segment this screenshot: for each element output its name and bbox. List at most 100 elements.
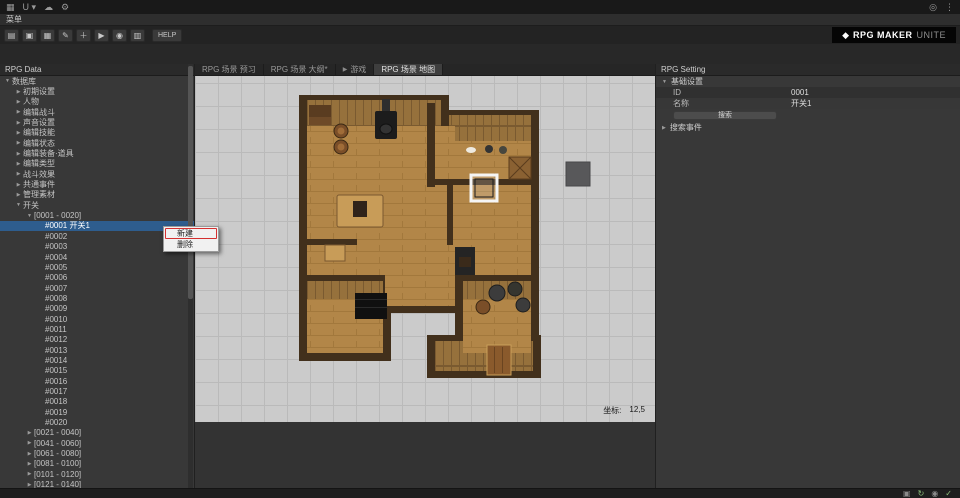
save-button[interactable]: ▦ bbox=[40, 29, 55, 42]
tree-row[interactable]: ▶[0021 - 0040] bbox=[0, 428, 194, 438]
cloud-icon[interactable]: ☁ bbox=[44, 0, 53, 14]
tree-row[interactable]: #0015 bbox=[0, 366, 194, 376]
more-options-icon[interactable]: ⋮ bbox=[945, 0, 954, 14]
menu-button[interactable]: 菜单 bbox=[6, 14, 22, 25]
context-menu-item[interactable]: 新建 bbox=[165, 228, 217, 239]
tree-item-label: [0121 - 0140] bbox=[34, 480, 81, 488]
tree-row[interactable]: ▶[0041 - 0060] bbox=[0, 438, 194, 448]
tree-row[interactable]: ▶初期设置 bbox=[0, 86, 194, 96]
tree-row[interactable]: ▶[0121 - 0140] bbox=[0, 479, 194, 488]
settings-gear-icon[interactable]: ⚙ bbox=[61, 0, 69, 14]
tree-item-label: 编辑战斗 bbox=[23, 107, 55, 118]
field-value[interactable]: 开关1 bbox=[791, 98, 811, 109]
context-menu-item[interactable]: 删除 bbox=[165, 239, 217, 250]
tree-item-label: #0020 bbox=[45, 418, 67, 427]
tree-row[interactable]: ▼开关 bbox=[0, 200, 194, 210]
tree-item-label: [0081 - 0100] bbox=[34, 459, 81, 468]
tree-item-label: #0006 bbox=[45, 273, 67, 282]
selected-tile-cursor[interactable] bbox=[471, 175, 497, 201]
tree-row[interactable]: ▶管理素材 bbox=[0, 190, 194, 200]
tree-row[interactable]: #0013 bbox=[0, 345, 194, 355]
map-canvas[interactable] bbox=[195, 76, 655, 422]
tree-row[interactable]: ▶编辑装备·道具 bbox=[0, 148, 194, 158]
field-value[interactable]: 0001 bbox=[791, 88, 809, 97]
tree-row[interactable]: ▶[0081 - 0100] bbox=[0, 459, 194, 469]
chevron-right-icon: ▶ bbox=[14, 120, 23, 126]
tree-row[interactable]: #0010 bbox=[0, 314, 194, 324]
console-icon[interactable]: ▣ bbox=[903, 489, 911, 498]
status-ok-icon[interactable]: ✓ bbox=[945, 489, 952, 498]
field-row: ID0001 bbox=[656, 87, 960, 98]
tree-row[interactable]: ▶战斗效果 bbox=[0, 169, 194, 179]
field-label: ID bbox=[673, 88, 791, 97]
tree-item-label: #0012 bbox=[45, 335, 67, 344]
tab-scene-map[interactable]: RPG 场景 地图 bbox=[374, 64, 443, 75]
placed-tile[interactable] bbox=[566, 162, 590, 186]
titlebar: ▦ U ▾ ☁ ⚙ ◎ ⋮ bbox=[0, 0, 960, 14]
tree-scrollbar-thumb[interactable] bbox=[188, 66, 193, 299]
tree-row[interactable]: #0014 bbox=[0, 355, 194, 365]
tree-row[interactable]: ▶[0061 - 0080] bbox=[0, 448, 194, 458]
tree-item-label: #0017 bbox=[45, 387, 67, 396]
tree-row[interactable]: ▶共通事件 bbox=[0, 179, 194, 189]
tree-row[interactable]: #0006 bbox=[0, 273, 194, 283]
tree-row[interactable]: #0018 bbox=[0, 397, 194, 407]
tree-item-label: #0018 bbox=[45, 397, 67, 406]
tree-row[interactable]: #0005 bbox=[0, 262, 194, 272]
capture-button[interactable]: ◉ bbox=[112, 29, 127, 42]
apps-grid-icon[interactable]: ▦ bbox=[6, 0, 15, 14]
tree-item-label: 共通事件 bbox=[23, 179, 55, 190]
search-icon[interactable]: ◎ bbox=[929, 0, 937, 14]
tree-row[interactable]: ▼[0001 - 0020] bbox=[0, 210, 194, 220]
tree-row[interactable]: #0012 bbox=[0, 335, 194, 345]
play-button[interactable]: ▶ bbox=[94, 29, 109, 42]
tree-row[interactable]: #0019 bbox=[0, 407, 194, 417]
chevron-right-icon: ▶ bbox=[14, 182, 23, 188]
search-button[interactable]: 搜索 bbox=[673, 111, 777, 120]
tree-row[interactable]: #0009 bbox=[0, 304, 194, 314]
grid-view-button[interactable]: ▥ bbox=[130, 29, 145, 42]
tree-scrollbar[interactable] bbox=[188, 64, 193, 488]
map-editor-viewport[interactable]: 坐标: 12,5 bbox=[195, 76, 655, 422]
tree-row[interactable]: ▶编辑状态 bbox=[0, 138, 194, 148]
notifications-icon[interactable]: ◉ bbox=[931, 489, 938, 498]
help-button[interactable]: HELP bbox=[152, 29, 182, 42]
chevron-right-icon: ▶ bbox=[25, 451, 34, 457]
tab-scene-preview[interactable]: RPG 场景 预习 bbox=[195, 64, 264, 75]
basic-settings-section[interactable]: ▼ 基础设置 bbox=[656, 76, 960, 87]
chevron-right-icon: ▶ bbox=[25, 471, 34, 477]
tree-item-label: #0016 bbox=[45, 377, 67, 386]
tab-game[interactable]: ▶游戏 bbox=[336, 64, 375, 75]
refresh-icon[interactable]: ↻ bbox=[918, 489, 925, 498]
rpg-maker-unite-logo: ◆ RPG MAKER UNITE bbox=[832, 27, 956, 43]
tree-row[interactable]: #0007 bbox=[0, 283, 194, 293]
tree-item-label: #0015 bbox=[45, 366, 67, 375]
tree-item-label: 人物 bbox=[23, 96, 39, 107]
add-button[interactable]: ＋ bbox=[76, 29, 91, 42]
open-folder-button[interactable]: ▣ bbox=[22, 29, 37, 42]
tree-row[interactable]: ▶编辑类型 bbox=[0, 159, 194, 169]
tree-row[interactable]: #0016 bbox=[0, 376, 194, 386]
new-file-button[interactable]: ▤ bbox=[4, 29, 19, 42]
tree-row[interactable]: #0008 bbox=[0, 293, 194, 303]
tree-item-label: #0004 bbox=[45, 253, 67, 262]
pencil-tool-button[interactable]: ✎ bbox=[58, 29, 73, 42]
unity-version-dropdown[interactable]: U ▾ bbox=[23, 0, 37, 14]
tree-row[interactable]: ▶[0101 - 0120] bbox=[0, 469, 194, 479]
search-event-section[interactable]: ▶ 搜索事件 bbox=[656, 122, 960, 133]
chevron-right-icon: ▶ bbox=[25, 430, 34, 436]
tree-row[interactable]: #0004 bbox=[0, 252, 194, 262]
tree-row[interactable]: #0011 bbox=[0, 324, 194, 334]
coord-label: 坐标: bbox=[603, 405, 621, 416]
tree-row[interactable]: #0017 bbox=[0, 386, 194, 396]
tree-item-label: #0007 bbox=[45, 284, 67, 293]
tree-row[interactable]: ▼数据库 bbox=[0, 76, 194, 86]
tree-row[interactable]: ▶人物 bbox=[0, 97, 194, 107]
tree-row[interactable]: ▶编辑战斗 bbox=[0, 107, 194, 117]
menubar: 菜单 bbox=[0, 14, 960, 26]
tab-scene-outline[interactable]: RPG 场景 大纲* bbox=[264, 64, 336, 75]
tree-item-label: #0014 bbox=[45, 356, 67, 365]
tree-row[interactable]: ▶编辑技能 bbox=[0, 128, 194, 138]
tree-row[interactable]: #0020 bbox=[0, 417, 194, 427]
tree-row[interactable]: ▶声音设置 bbox=[0, 117, 194, 127]
